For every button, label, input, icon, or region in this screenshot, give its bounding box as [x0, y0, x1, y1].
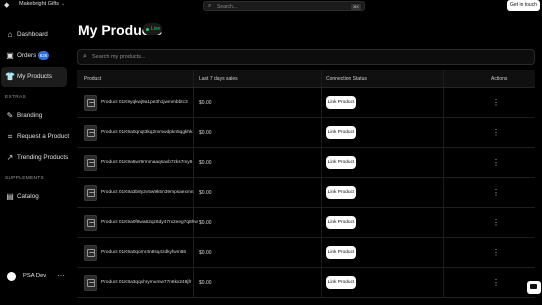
product-image-placeholder-icon	[84, 245, 97, 261]
table-row[interactable]: Product 01K9a3b8y2v5w9k5n39mpsaexmn $0.0…	[77, 178, 535, 208]
book-icon: ▤	[6, 192, 14, 201]
table-row[interactable]: Product 01K9a6wr9rmmaaqsaxb7zks7my6 $0.0…	[77, 148, 535, 178]
column-header-actions: Actions	[491, 76, 508, 82]
product-image-placeholder-icon	[84, 125, 97, 141]
table-row[interactable]: Product 01K9a0qnqt3kq2mmwdpkn5qgkhk $0.0…	[77, 118, 535, 148]
table-row[interactable]: Product 01K9a3qqxhrymumw77n6kx248jfr $0.…	[77, 268, 535, 298]
chevron-down-icon: ⌄	[61, 1, 66, 7]
global-search-placeholder: Search...	[217, 3, 238, 10]
column-header-product: Product	[84, 76, 102, 82]
global-search-input[interactable]: ⌕ Search... ⌘K	[203, 1, 365, 11]
store-switcher[interactable]: Makebright Gifts ⌄	[19, 1, 65, 7]
more-options-icon[interactable]: ⋯	[57, 271, 65, 280]
shirt-icon: 👕	[5, 72, 15, 81]
tag-icon: ⌗	[7, 132, 13, 141]
row-actions-icon[interactable]: ⋮	[491, 246, 501, 259]
live-label: Live	[151, 25, 161, 32]
sidebar-item-branding[interactable]: ✎ Branding	[1, 106, 67, 126]
row-actions-icon[interactable]: ⋮	[491, 96, 501, 109]
product-sales: $0.00	[199, 280, 212, 286]
products-table: Product Last 7 days sales Connection Sta…	[77, 70, 535, 305]
row-actions-icon[interactable]: ⋮	[491, 156, 501, 169]
link-product-button[interactable]: Link Product	[326, 156, 356, 169]
orders-count-badge: 626	[38, 51, 49, 60]
sidebar-item-label: My Products	[17, 73, 52, 80]
column-header-connection-status: Connection Status	[326, 76, 367, 82]
link-product-button[interactable]: Link Product	[326, 276, 356, 289]
row-actions-icon[interactable]: ⋮	[491, 216, 501, 229]
sidebar-item-my-products[interactable]: 👕 My Products	[1, 67, 67, 87]
search-icon: ⌕	[83, 53, 87, 60]
sidebar-item-request-a-product[interactable]: ⌗ Request a Product	[1, 127, 70, 147]
sidebar: ⌂ Dashboard ▣ Orders 626 👕 My Products E…	[0, 12, 71, 305]
chat-support-icon[interactable]	[527, 281, 541, 294]
top-bar: ◆ Makebright Gifts ⌄ ⌕ Search... ⌘K Get i…	[0, 0, 542, 12]
product-name: Product 01K9a0f8wa62qz8dy47rx2eeg7q8hw	[101, 220, 198, 225]
product-image-placeholder-icon	[84, 95, 97, 111]
section-label-extras: EXTRAS	[5, 95, 26, 100]
sidebar-item-label: Trending Products	[17, 154, 69, 161]
product-sales: $0.00	[199, 100, 212, 106]
product-sales: $0.00	[199, 250, 212, 256]
product-search-input[interactable]: ⌕ Search my products...	[77, 49, 535, 65]
sidebar-item-catalog[interactable]: ▤ Catalog	[1, 187, 67, 207]
sidebar-item-label: Catalog	[17, 193, 39, 200]
row-actions-icon[interactable]: ⋮	[491, 186, 501, 199]
trend-icon: ↗	[6, 153, 14, 162]
live-status-badge: Live	[143, 23, 162, 35]
home-icon: ⌂	[7, 30, 13, 39]
table-row[interactable]: Product 01K9a0qomr4n8sq4zdkyfwmtt6 $0.00…	[77, 238, 535, 268]
sidebar-item-label: Orders	[17, 52, 37, 59]
table-row[interactable]: Product 01K9a0f8wa62qz8dy47rx2eeg7q8hw $…	[77, 208, 535, 238]
link-product-button[interactable]: Link Product	[326, 246, 356, 259]
link-product-button[interactable]: Link Product	[326, 96, 356, 109]
product-image-placeholder-icon	[84, 155, 97, 171]
sidebar-item-dashboard[interactable]: ⌂ Dashboard	[1, 25, 67, 45]
sidebar-item-label: Branding	[17, 112, 43, 119]
sidebar-item-label: Dashboard	[17, 31, 48, 38]
product-name: Product 01K9a0qomr4n8sq4zdkyfwmtt6	[101, 250, 187, 255]
box-icon: ▣	[6, 51, 14, 60]
product-search-placeholder: Search my products...	[92, 54, 146, 60]
get-in-touch-button[interactable]: Get in touch	[507, 0, 540, 11]
search-icon: ⌕	[208, 3, 212, 9]
main-content: My Products Live ⌕ Search my products...…	[71, 12, 542, 305]
product-image-placeholder-icon	[84, 275, 97, 291]
table-header: Product Last 7 days sales Connection Sta…	[77, 70, 535, 88]
section-label-supplements: SUPPLEMENTS	[5, 176, 45, 181]
product-name: Product 01K9a0qnqt3kq2mmwdpkn5qgkhk	[101, 130, 193, 135]
user-name: PSA Dev	[23, 273, 47, 279]
avatar	[7, 272, 16, 281]
row-actions-icon[interactable]: ⋮	[491, 126, 501, 139]
live-dot-icon	[146, 27, 149, 31]
product-name: Product 01K9a3b8y2v5w9k5n39mpsaexmn	[101, 190, 194, 195]
keyboard-shortcut-badge: ⌘K	[351, 3, 361, 10]
user-profile[interactable]: PSA Dev ⋯	[4, 270, 68, 284]
sidebar-item-orders[interactable]: ▣ Orders 626	[1, 46, 67, 66]
link-product-button[interactable]: Link Product	[326, 216, 356, 229]
product-name: Product 01K9yqkwj9a1pe3h1jwmmbbtc3	[101, 100, 188, 105]
product-sales: $0.00	[199, 160, 212, 166]
product-name: Product 01K9a6wr9rmmaaqsaxb7zks7my6	[101, 160, 193, 165]
store-logo-icon: ◆	[4, 2, 10, 9]
product-sales: $0.00	[199, 190, 212, 196]
product-sales: $0.00	[199, 220, 212, 226]
brush-icon: ✎	[6, 111, 14, 120]
row-actions-icon[interactable]: ⋮	[491, 276, 501, 289]
product-image-placeholder-icon	[84, 215, 97, 231]
link-product-button[interactable]: Link Product	[326, 186, 356, 199]
link-product-button[interactable]: Link Product	[326, 126, 356, 139]
sidebar-item-trending-products[interactable]: ↗ Trending Products	[1, 148, 69, 168]
sidebar-item-label: Request a Product	[17, 133, 70, 140]
column-header-sales: Last 7 days sales	[199, 76, 238, 82]
store-name: Makebright Gifts	[19, 1, 60, 7]
product-sales: $0.00	[199, 130, 212, 136]
product-image-placeholder-icon	[84, 185, 97, 201]
product-name: Product 01K9a3qqxhrymumw77n6kx248jfr	[101, 280, 192, 285]
table-row[interactable]: Product 01K9yqkwj9a1pe3h1jwmmbbtc3 $0.00…	[77, 88, 535, 118]
